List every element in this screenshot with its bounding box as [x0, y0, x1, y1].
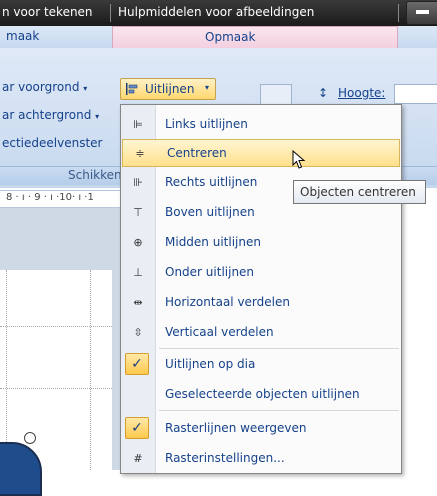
menu-separator	[159, 410, 399, 411]
menu-separator	[159, 348, 399, 349]
menu-item-label: Rechts uitlijnen	[165, 175, 258, 189]
menu-item-show-gridlines[interactable]: ✓ Rasterlijnen weergeven	[121, 415, 401, 443]
bring-forward-label: ar voorgrond	[2, 80, 80, 94]
align-middle-icon: ⊕	[133, 236, 143, 249]
checkmark-icon: ✓	[125, 417, 149, 439]
tab-format-label: Opmaak	[205, 30, 256, 44]
menu-item-label: Verticaal verdelen	[165, 325, 274, 339]
align-bottom-icon: ⊥	[133, 266, 143, 279]
gridline	[0, 326, 112, 327]
distribute-horizontal-icon: ⇹	[133, 296, 143, 309]
chevron-down-icon: ▾	[83, 84, 88, 93]
minimize-button[interactable]	[406, 1, 437, 25]
horizontal-ruler: 8 · ı · 9 · ı ·10· ı ·1	[0, 190, 120, 208]
menu-item-label: Rasterlijnen weergeven	[165, 421, 307, 435]
menu-item-align-selected[interactable]: Geselecteerde objecten uitlijnen	[121, 381, 401, 409]
tooltip-text: Objecten centreren	[300, 185, 416, 199]
send-backward-label: ar achtergrond	[2, 108, 92, 122]
align-button[interactable]: Uitlijnen ▾	[120, 78, 216, 100]
menu-item-label: Horizontaal verdelen	[165, 295, 290, 309]
checkmark-icon: ✓	[125, 353, 149, 375]
align-button-label: Uitlijnen	[145, 82, 195, 96]
tooltip: Objecten centreren	[293, 180, 426, 204]
menu-item-label: Onder uitlijnen	[165, 265, 255, 279]
send-backward-button[interactable]: ar achtergrond ▾	[2, 108, 99, 122]
menu-item-label: Rasterinstellingen...	[165, 451, 285, 465]
gridline	[90, 270, 91, 470]
menu-item-align-center[interactable]: ≑ Centreren	[122, 139, 400, 167]
align-icon	[126, 83, 138, 95]
picture-size-icon[interactable]	[260, 84, 292, 106]
tab-format-picture[interactable]: Opmaak	[112, 26, 398, 48]
title-separator	[398, 4, 399, 22]
menu-item-distribute-horizontal[interactable]: ⇹ Horizontaal verdelen	[121, 289, 401, 317]
bring-forward-button[interactable]: ar voorgrond ▾	[2, 80, 87, 94]
menu-item-label: Geselecteerde objecten uitlijnen	[165, 387, 360, 401]
chevron-down-icon: ▾	[205, 83, 210, 92]
menu-item-align-middle[interactable]: ⊕ Midden uitlijnen	[121, 229, 401, 257]
height-icon: ↕	[318, 86, 329, 100]
align-dropdown-menu: ⊫ Links uitlijnen ≑ Centreren ⊪ Rechts u…	[120, 104, 402, 474]
menu-item-label: Uitlijnen op dia	[165, 357, 256, 371]
align-top-icon: ⊤	[133, 206, 143, 219]
minimize-icon	[416, 10, 429, 14]
title-tab-drawing-tools[interactable]: n voor tekenen	[2, 5, 93, 19]
align-left-icon: ⊫	[133, 118, 143, 131]
menu-item-align-to-slide[interactable]: ✓ Uitlijnen op dia	[121, 351, 401, 379]
height-field[interactable]	[394, 84, 437, 104]
menu-item-label: Midden uitlijnen	[165, 235, 261, 249]
selection-pane-button[interactable]: ectiedeelvenster	[2, 136, 102, 150]
distribute-vertical-icon: ⇳	[133, 326, 143, 339]
mouse-cursor-icon	[292, 150, 306, 169]
menu-item-align-left[interactable]: ⊫ Links uitlijnen	[121, 111, 401, 139]
align-right-icon: ⊪	[133, 176, 143, 189]
ruler-ticks: 8 · ı · 9 · ı ·10· ı ·1	[6, 192, 94, 203]
menu-item-label: Links uitlijnen	[165, 117, 248, 131]
arrange-group-label: Schikken	[68, 168, 122, 182]
selected-picture[interactable]	[0, 442, 42, 496]
gridline	[0, 388, 112, 389]
menu-item-align-bottom[interactable]: ⊥ Onder uitlijnen	[121, 259, 401, 287]
tab-format-drawing[interactable]: maak	[6, 29, 39, 43]
menu-item-label: Centreren	[167, 146, 227, 160]
title-separator	[110, 4, 111, 22]
editing-canvas[interactable]	[0, 208, 120, 496]
grid-icon: #	[133, 452, 143, 465]
menu-item-grid-settings[interactable]: # Rasterinstellingen...	[121, 445, 401, 473]
chevron-down-icon: ▾	[95, 112, 100, 121]
align-center-icon: ≑	[135, 147, 145, 160]
height-label: Hoogte:	[338, 86, 386, 100]
menu-item-distribute-vertical[interactable]: ⇳ Verticaal verdelen	[121, 319, 401, 347]
slide[interactable]	[0, 270, 112, 496]
title-bar: n voor tekenen Hulpmiddelen voor afbeeld…	[0, 0, 437, 26]
gridline	[6, 270, 7, 470]
title-tab-picture-tools[interactable]: Hulpmiddelen voor afbeeldingen	[118, 5, 314, 19]
rotation-handle[interactable]	[24, 432, 36, 444]
menu-item-label: Boven uitlijnen	[165, 205, 255, 219]
